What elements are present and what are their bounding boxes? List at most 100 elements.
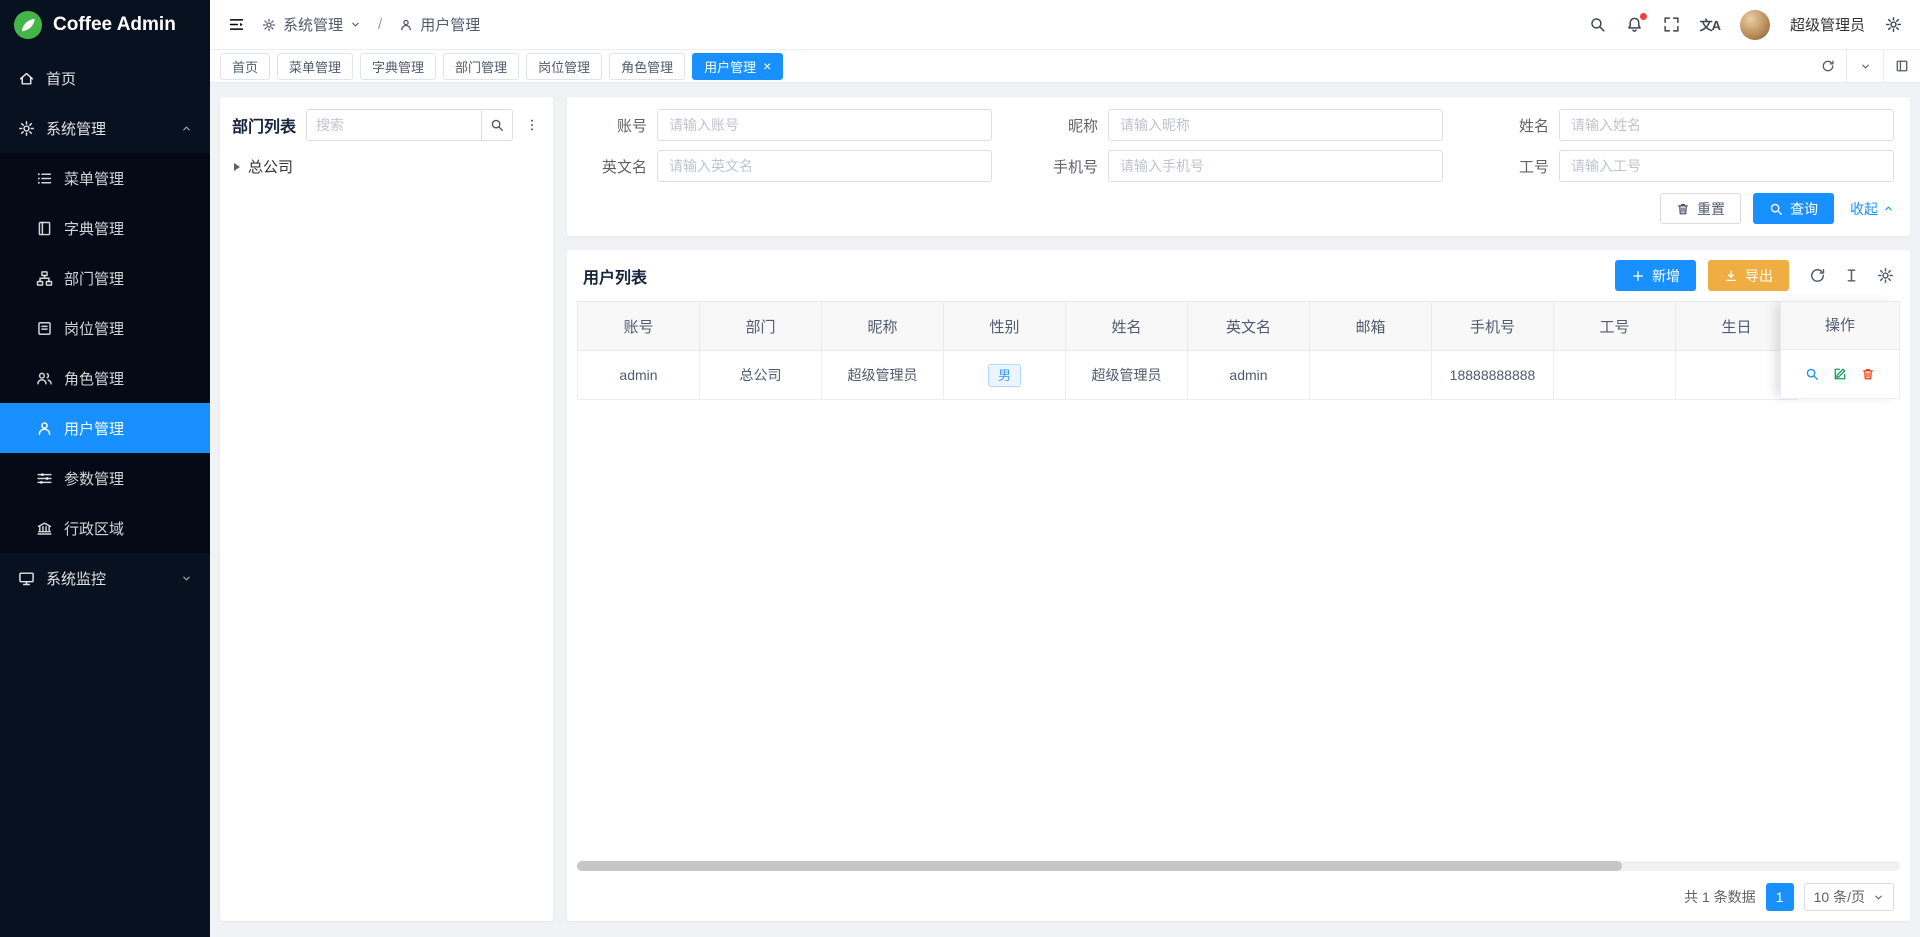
view-row-button[interactable] bbox=[1805, 367, 1819, 381]
breadcrumb-section[interactable]: 系统管理 bbox=[262, 14, 361, 35]
field-label: 昵称 bbox=[1034, 115, 1098, 136]
department-more-button[interactable] bbox=[523, 118, 541, 132]
field-label: 姓名 bbox=[1485, 115, 1549, 136]
search-button[interactable] bbox=[1589, 16, 1606, 33]
table-header-row: 账号 部门 昵称 性别 姓名 英文名 邮箱 手机号 工号 生日 bbox=[578, 302, 1798, 351]
refresh-icon bbox=[1821, 59, 1835, 73]
tab-role-mgmt[interactable]: 角色管理 bbox=[609, 53, 685, 80]
reset-button[interactable]: 重置 bbox=[1660, 193, 1741, 224]
tab-dept-mgmt[interactable]: 部门管理 bbox=[443, 53, 519, 80]
tab-label: 部门管理 bbox=[455, 57, 507, 76]
delete-row-button[interactable] bbox=[1861, 367, 1875, 381]
sidebar-item-system[interactable]: 系统管理 bbox=[0, 103, 210, 153]
tab-home[interactable]: 首页 bbox=[220, 53, 270, 80]
department-search-button[interactable] bbox=[481, 109, 513, 141]
gear-icon bbox=[18, 120, 35, 137]
nickname-input[interactable] bbox=[1108, 109, 1443, 141]
tab-post-mgmt[interactable]: 岗位管理 bbox=[526, 53, 602, 80]
magnifier-icon bbox=[1805, 367, 1819, 381]
field-english-name: 英文名 bbox=[583, 150, 992, 182]
column-header: 邮箱 bbox=[1310, 302, 1432, 351]
fullscreen-button[interactable] bbox=[1663, 16, 1680, 33]
field-label: 手机号 bbox=[1034, 156, 1098, 177]
scrollbar-thumb[interactable] bbox=[577, 861, 1622, 871]
app-title: Coffee Admin bbox=[53, 14, 176, 36]
tab-user-mgmt[interactable]: 用户管理 × bbox=[692, 53, 783, 80]
collapse-form-link[interactable]: 收起 bbox=[1850, 199, 1894, 219]
sidebar-item-monitor[interactable]: 系统监控 bbox=[0, 553, 210, 603]
table-settings-button[interactable] bbox=[1877, 267, 1894, 284]
app-root: Coffee Admin 首页 系统管理 菜单管理 字典管理 bbox=[0, 0, 1920, 937]
page-size-select[interactable]: 10 条/页 bbox=[1804, 883, 1894, 911]
notifications-button[interactable] bbox=[1626, 16, 1643, 33]
job-no-input[interactable] bbox=[1559, 150, 1894, 182]
sidebar-item-user-mgmt[interactable]: 用户管理 bbox=[0, 403, 210, 453]
tree-node-root[interactable]: 总公司 bbox=[232, 154, 541, 179]
sliders-icon bbox=[36, 470, 53, 487]
refresh-table-button[interactable] bbox=[1809, 267, 1826, 284]
edit-row-button[interactable] bbox=[1833, 367, 1847, 381]
avatar[interactable] bbox=[1740, 10, 1770, 40]
language-button[interactable]: 文A bbox=[1700, 15, 1720, 34]
sidebar-item-region[interactable]: 行政区域 bbox=[0, 503, 210, 553]
collapse-sidebar-button[interactable] bbox=[228, 16, 245, 33]
english-name-input[interactable] bbox=[657, 150, 992, 182]
sidebar-item-label: 系统管理 bbox=[46, 118, 106, 139]
page-button-1[interactable]: 1 bbox=[1766, 883, 1794, 911]
sidebar-item-label: 系统监控 bbox=[46, 568, 106, 589]
phone-input[interactable] bbox=[1108, 150, 1443, 182]
breadcrumb-section-label: 系统管理 bbox=[283, 14, 343, 35]
settings-button[interactable] bbox=[1885, 16, 1902, 33]
sidebar-item-label: 行政区域 bbox=[64, 518, 124, 539]
tab-dict-mgmt[interactable]: 字典管理 bbox=[360, 53, 436, 80]
sidebar-item-label: 角色管理 bbox=[64, 368, 124, 389]
export-button-label: 导出 bbox=[1745, 266, 1773, 286]
caret-right-icon[interactable] bbox=[234, 163, 240, 171]
layout-toggle-button[interactable] bbox=[1883, 50, 1920, 82]
tabbar-actions bbox=[1809, 50, 1920, 82]
cell-email bbox=[1310, 351, 1432, 400]
add-user-button[interactable]: 新增 bbox=[1615, 260, 1696, 291]
sidebar-item-label: 字典管理 bbox=[64, 218, 124, 239]
gear-icon bbox=[1885, 16, 1902, 33]
search-form-actions: 重置 查询 收起 bbox=[583, 193, 1894, 224]
tab-menu-mgmt[interactable]: 菜单管理 bbox=[277, 53, 353, 80]
layout-icon bbox=[1895, 59, 1909, 73]
breadcrumb-separator: / bbox=[378, 16, 382, 33]
user-list-title: 用户列表 bbox=[583, 264, 647, 288]
row-actions bbox=[1780, 350, 1900, 399]
tabbar: 首页 菜单管理 字典管理 部门管理 岗位管理 角色管理 用户管理 × bbox=[210, 49, 1920, 83]
trash-icon bbox=[1676, 202, 1690, 216]
translate-icon: 文A bbox=[1700, 15, 1720, 34]
field-nickname: 昵称 bbox=[1034, 109, 1443, 141]
department-search-group bbox=[306, 109, 513, 141]
sidebar-item-role-mgmt[interactable]: 角色管理 bbox=[0, 353, 210, 403]
export-button[interactable]: 导出 bbox=[1708, 260, 1789, 291]
sidebar-menu: 首页 系统管理 菜单管理 字典管理 部门管理 bbox=[0, 49, 210, 937]
refresh-tab-button[interactable] bbox=[1809, 50, 1846, 82]
sidebar-item-home[interactable]: 首页 bbox=[0, 53, 210, 103]
user-table: 账号 部门 昵称 性别 姓名 英文名 邮箱 手机号 工号 生日 bbox=[577, 301, 1900, 400]
gear-icon bbox=[1877, 267, 1894, 284]
tab-options-button[interactable] bbox=[1846, 50, 1883, 82]
tab-close-icon[interactable]: × bbox=[763, 59, 771, 73]
sidebar-item-dept-mgmt[interactable]: 部门管理 bbox=[0, 253, 210, 303]
breadcrumb-page[interactable]: 用户管理 bbox=[399, 14, 480, 35]
sidebar-item-dict-mgmt[interactable]: 字典管理 bbox=[0, 203, 210, 253]
plus-icon bbox=[1631, 269, 1645, 283]
name-input[interactable] bbox=[1559, 109, 1894, 141]
table-row: admin 总公司 超级管理员 男 超级管理员 admin 1888888888… bbox=[578, 351, 1798, 400]
sidebar-item-menu-mgmt[interactable]: 菜单管理 bbox=[0, 153, 210, 203]
sidebar-item-post-mgmt[interactable]: 岗位管理 bbox=[0, 303, 210, 353]
query-button[interactable]: 查询 bbox=[1753, 193, 1834, 224]
column-header: 手机号 bbox=[1432, 302, 1554, 351]
cell-english-name: admin bbox=[1188, 351, 1310, 400]
cell-nickname: 超级管理员 bbox=[822, 351, 944, 400]
user-name[interactable]: 超级管理员 bbox=[1790, 14, 1865, 35]
account-input[interactable] bbox=[657, 109, 992, 141]
row-height-button[interactable] bbox=[1843, 267, 1860, 284]
people-icon bbox=[36, 370, 53, 387]
sidebar-item-param-mgmt[interactable]: 参数管理 bbox=[0, 453, 210, 503]
department-search-input[interactable] bbox=[306, 109, 481, 141]
tree-node-label: 总公司 bbox=[248, 156, 293, 177]
